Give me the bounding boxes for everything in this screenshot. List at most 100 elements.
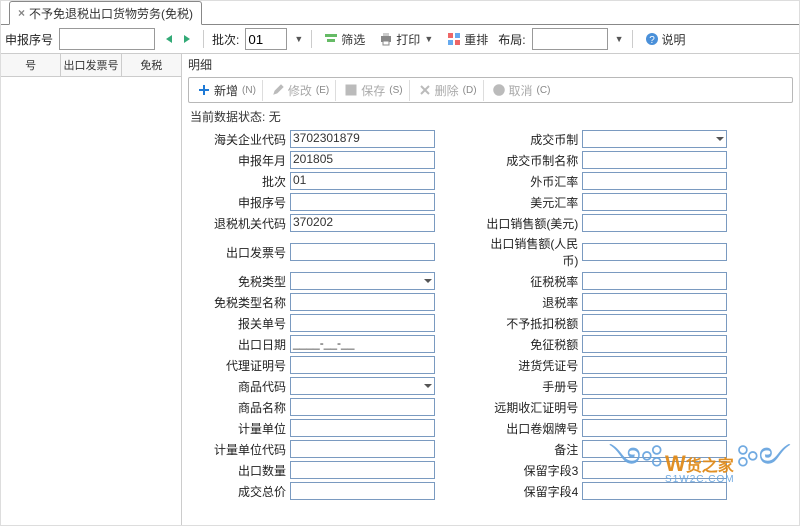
customs_decl-label: 报关单号: [186, 315, 290, 332]
grid-header: 号 出口发票号 免税: [1, 54, 181, 77]
cancel-button: 取消(C): [486, 80, 557, 101]
reserve3-label: 保留字段3: [478, 462, 582, 479]
remark-label: 备注: [478, 441, 582, 458]
no_deduct-field[interactable]: [582, 314, 727, 332]
col-type[interactable]: 免税: [122, 54, 181, 76]
detail-title: 明细: [182, 54, 799, 75]
data-status: 当前数据状态: 无: [182, 105, 799, 128]
forward_cert-label: 远期收汇证明号: [478, 399, 582, 416]
currency-field[interactable]: [582, 130, 727, 148]
tab-title: 不予免退税出口货物劳务(免税): [29, 5, 193, 22]
exempt_amt-field[interactable]: [582, 335, 727, 353]
add-button[interactable]: 新增(N): [191, 80, 263, 101]
app-window: × 不予免退税出口货物劳务(免税) 申报序号 批次: ▼ 筛选 打印▼ 重排 布…: [0, 0, 800, 526]
batch-label: 批次: [186, 173, 290, 190]
layout-label: 布局:: [498, 31, 525, 48]
exempt_name-label: 免税类型名称: [186, 294, 290, 311]
filter-button[interactable]: 筛选: [320, 29, 369, 50]
exempt_type-label: 免税类型: [186, 273, 290, 290]
reserve4-field[interactable]: [582, 482, 727, 500]
layout-input[interactable]: [532, 28, 608, 50]
declare_ym-field[interactable]: 201805: [290, 151, 435, 169]
sales_rmb-field[interactable]: [582, 243, 727, 261]
delete-button: 删除(D): [412, 80, 484, 101]
levy_rate-label: 征税税率: [478, 273, 582, 290]
svg-text:?: ?: [649, 35, 655, 46]
customs_decl-field[interactable]: [290, 314, 435, 332]
manual_no-field[interactable]: [582, 377, 727, 395]
reserve3-field[interactable]: [582, 461, 727, 479]
close-icon[interactable]: ×: [18, 6, 25, 20]
declare_seq-field[interactable]: [290, 193, 435, 211]
exempt_amt-label: 免征税额: [478, 336, 582, 353]
refund_rate-label: 退税率: [478, 294, 582, 311]
sales_usd-field[interactable]: [582, 214, 727, 232]
seq-label: 申报序号: [5, 31, 53, 48]
unit_code-field[interactable]: [290, 440, 435, 458]
seq-input[interactable]: [59, 28, 155, 50]
export_qty-field[interactable]: [290, 461, 435, 479]
x-icon: [418, 83, 432, 97]
floppy-icon: [344, 83, 358, 97]
goods_name-field[interactable]: [290, 398, 435, 416]
chevron-down-icon[interactable]: ▼: [615, 34, 624, 44]
fx_rate-field[interactable]: [582, 172, 727, 190]
declare_seq-label: 申报序号: [186, 194, 290, 211]
list-panel: 号 出口发票号 免税: [1, 54, 182, 526]
chevron-down-icon[interactable]: ▼: [424, 34, 433, 44]
batch-input[interactable]: [245, 28, 287, 50]
refund_rate-field[interactable]: [582, 293, 727, 311]
export_date-label: 出口日期: [186, 336, 290, 353]
edit-button: 修改(E): [265, 80, 336, 101]
purchase_cert-field[interactable]: [582, 356, 727, 374]
content-area: 号 出口发票号 免税 明细 新增(N) 修改(E) 保存(S): [1, 54, 799, 526]
goto-last-icon[interactable]: [181, 32, 195, 46]
detail-toolbar: 新增(N) 修改(E) 保存(S) 删除(D) 取消(C): [188, 77, 793, 103]
export_invoice-field[interactable]: [290, 243, 435, 261]
main-toolbar: 申报序号 批次: ▼ 筛选 打印▼ 重排 布局: ▼ ? 说明: [1, 25, 799, 54]
fx_rate-label: 外币汇率: [478, 173, 582, 190]
form-grid: 海关企业代码3702301879成交币制申报年月201805成交币制名称批次01…: [182, 128, 799, 526]
total_price-field[interactable]: [290, 482, 435, 500]
chevron-down-icon[interactable]: ▼: [294, 34, 303, 44]
remark-field[interactable]: [582, 440, 727, 458]
cigarette_no-label: 出口卷烟牌号: [478, 420, 582, 437]
usd_rate-label: 美元汇率: [478, 194, 582, 211]
help-button[interactable]: ? 说明: [641, 29, 690, 50]
currency_name-field[interactable]: [582, 151, 727, 169]
sales_usd-label: 出口销售额(美元): [478, 215, 582, 232]
tab-exempt-export[interactable]: × 不予免退税出口货物劳务(免税): [9, 1, 202, 25]
cancel-icon: [492, 83, 506, 97]
exempt_type-field[interactable]: [290, 272, 435, 290]
exempt_name-field[interactable]: [290, 293, 435, 311]
col-invoice[interactable]: 出口发票号: [61, 54, 121, 76]
cigarette_no-field[interactable]: [582, 419, 727, 437]
goods_code-field[interactable]: [290, 377, 435, 395]
total_price-label: 成交总价: [186, 483, 290, 500]
batch-field[interactable]: 01: [290, 172, 435, 190]
export_invoice-label: 出口发票号: [186, 244, 290, 261]
unit-field[interactable]: [290, 419, 435, 437]
levy_rate-field[interactable]: [582, 272, 727, 290]
no_deduct-label: 不予抵扣税额: [478, 315, 582, 332]
usd_rate-field[interactable]: [582, 193, 727, 211]
customs_code-label: 海关企业代码: [186, 131, 290, 148]
tax_office-field[interactable]: 370202: [290, 214, 435, 232]
save-button: 保存(S): [338, 80, 409, 101]
forward_cert-field[interactable]: [582, 398, 727, 416]
goto-first-icon[interactable]: [161, 32, 175, 46]
agent_cert-field[interactable]: [290, 356, 435, 374]
goods_code-label: 商品代码: [186, 378, 290, 395]
col-seq[interactable]: 号: [1, 54, 61, 76]
tax_office-label: 退税机关代码: [186, 215, 290, 232]
reserve4-label: 保留字段4: [478, 483, 582, 500]
rearrange-button[interactable]: 重排: [443, 29, 492, 50]
print-button[interactable]: 打印▼: [375, 29, 437, 50]
batch-label: 批次:: [212, 31, 239, 48]
customs_code-field[interactable]: 3702301879: [290, 130, 435, 148]
export_date-field[interactable]: ____-__-__: [290, 335, 435, 353]
print-icon: [379, 32, 393, 46]
unit_code-label: 计量单位代码: [186, 441, 290, 458]
help-icon: ?: [645, 32, 659, 46]
pencil-icon: [271, 83, 285, 97]
